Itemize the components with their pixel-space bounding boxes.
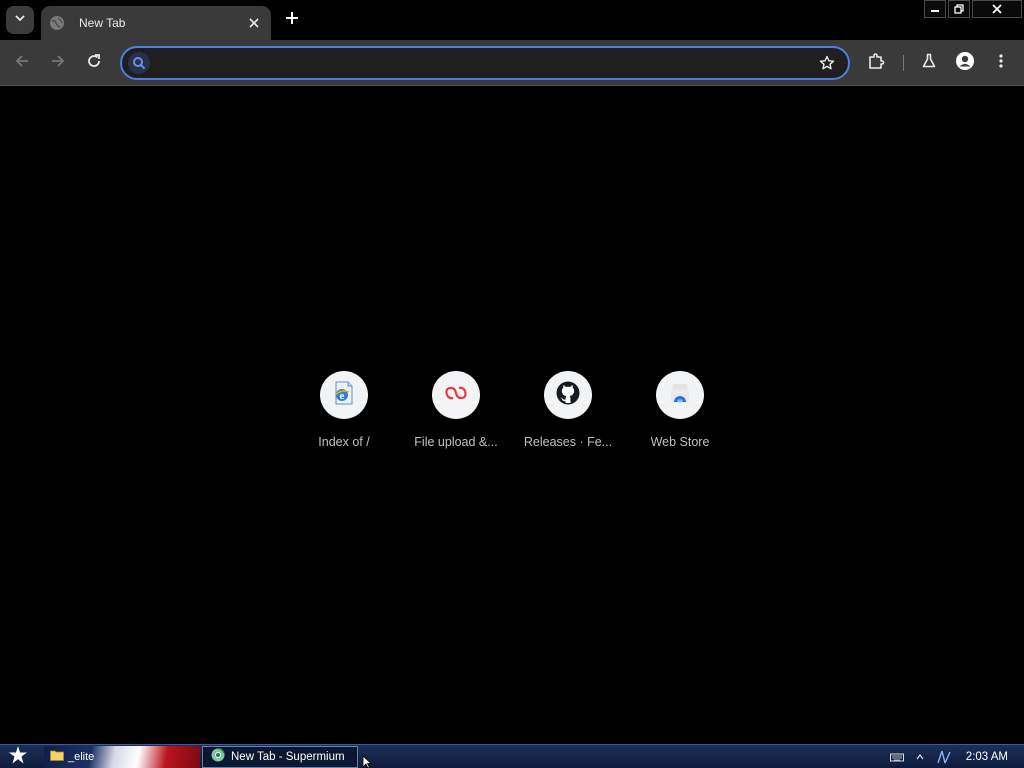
back-icon: [14, 53, 30, 74]
shortcut-label: Index of /: [318, 435, 370, 449]
chevron-down-icon: [14, 11, 26, 29]
profile-icon: [955, 51, 975, 76]
network-icon[interactable]: [936, 749, 952, 765]
tab-strip: New Tab: [0, 0, 1024, 40]
desktop: New Tab e Index of / File upload &... Re…: [0, 0, 1024, 768]
start-button[interactable]: [4, 745, 32, 768]
web-store-icon: [667, 380, 693, 411]
supermium-icon: [211, 747, 225, 767]
tab-new-tab[interactable]: New Tab: [41, 6, 271, 40]
forward-button[interactable]: [44, 49, 72, 77]
bookmark-star-icon[interactable]: [816, 52, 838, 74]
browser-toolbar: [0, 40, 1024, 86]
address-input[interactable]: [158, 55, 816, 71]
new-tab-button[interactable]: [279, 7, 305, 33]
keyboard-icon[interactable]: [889, 752, 904, 762]
shortcut-web-store[interactable]: Web Store: [624, 371, 736, 461]
folder-icon: [50, 748, 64, 766]
labs-flask-icon: [921, 53, 937, 74]
address-bar[interactable]: [120, 46, 850, 80]
close-window-button[interactable]: [972, 0, 1022, 18]
shortcut-tile: [656, 371, 704, 419]
plus-icon: [285, 11, 299, 30]
extensions-icon: [867, 52, 885, 75]
github-icon: [555, 380, 581, 411]
mouse-cursor-icon: [362, 755, 373, 768]
forward-icon: [50, 53, 66, 74]
close-tab-icon[interactable]: [245, 14, 263, 32]
taskbar-browser-item[interactable]: New Tab - Supermium: [202, 746, 358, 768]
globe-icon: [49, 15, 65, 31]
labs-button[interactable]: [915, 49, 943, 77]
menu-kebab-icon: [993, 53, 1009, 74]
shortcut-releases[interactable]: Releases · Fe...: [512, 371, 624, 461]
shortcut-tile: [432, 371, 480, 419]
window-controls: [924, 0, 1022, 20]
toolbar-divider: [903, 55, 904, 71]
shortcut-index-of[interactable]: e Index of /: [288, 371, 400, 461]
minimize-button[interactable]: [924, 0, 946, 18]
extensions-button[interactable]: [862, 49, 890, 77]
taskbar-folder-label: _elite: [68, 751, 95, 763]
new-tab-page: e Index of / File upload &... Releases ·…: [0, 87, 1024, 744]
shortcut-label: Releases · Fe...: [523, 435, 613, 449]
profile-button[interactable]: [951, 49, 979, 77]
shortcut-label: File upload &...: [414, 435, 498, 449]
tab-title: New Tab: [79, 16, 126, 30]
shortcut-tile: [544, 371, 592, 419]
tab-search-button[interactable]: [6, 6, 34, 34]
taskbar: _elite New Tab - Supermium 2:03 AM: [0, 744, 1024, 768]
shortcuts-grid: e Index of / File upload &... Releases ·…: [288, 371, 736, 461]
shortcut-file-upload[interactable]: File upload &...: [400, 371, 512, 461]
restore-button[interactable]: [948, 0, 970, 18]
ie-page-icon: e: [331, 380, 357, 411]
star-icon: [8, 745, 28, 768]
shortcut-label: Web Store: [650, 435, 710, 449]
menu-button[interactable]: [987, 49, 1015, 77]
back-button[interactable]: [8, 49, 36, 77]
shortcut-tile: e: [320, 371, 368, 419]
taskbar-browser-label: New Tab - Supermium: [231, 751, 345, 763]
system-tray: 2:03 AM: [884, 745, 1024, 768]
reload-icon: [86, 53, 102, 74]
search-icon: [128, 52, 150, 74]
tray-expand-icon[interactable]: [916, 753, 924, 761]
red-chain-icon: [443, 380, 469, 411]
taskbar-folder-item[interactable]: _elite: [44, 746, 200, 768]
clock[interactable]: 2:03 AM: [966, 751, 1008, 763]
reload-button[interactable]: [80, 49, 108, 77]
